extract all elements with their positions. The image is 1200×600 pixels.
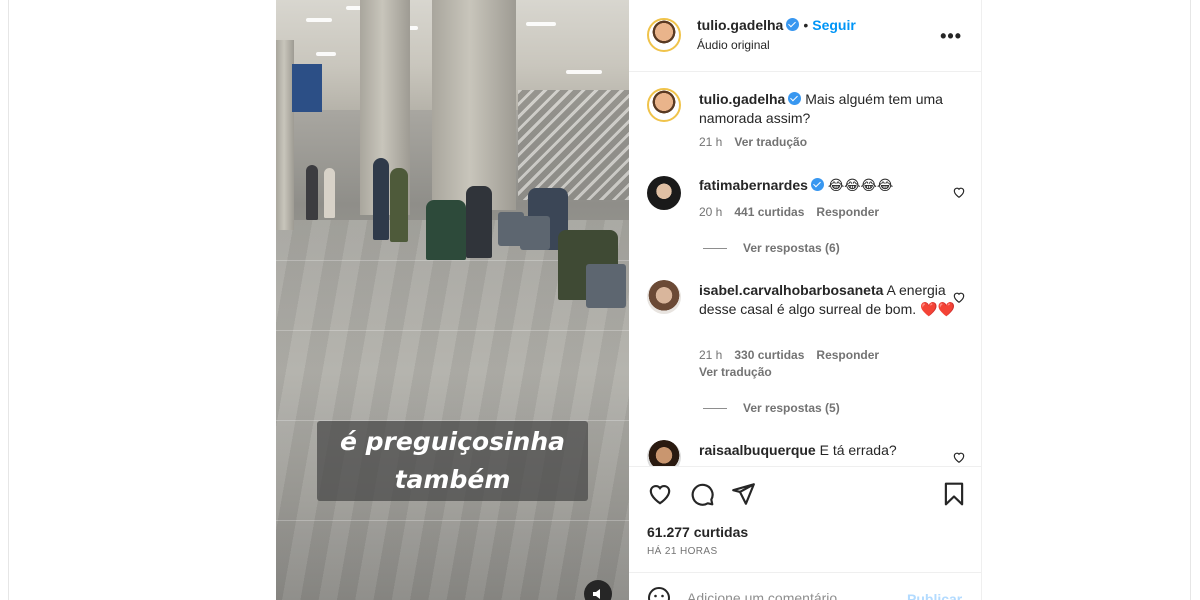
- comment-item: fatimabernardes 😂😂😂😂: [699, 176, 959, 195]
- comment-meta: 20 h 441 curtidas Responder: [699, 205, 891, 219]
- video-scene-light: [526, 22, 556, 26]
- translate-label: Ver tradução: [699, 365, 772, 379]
- frame-divider-right: [1190, 0, 1191, 600]
- translate-button[interactable]: Ver tradução: [699, 365, 784, 379]
- reply-button[interactable]: Responder: [816, 348, 879, 362]
- speaker-icon[interactable]: [584, 580, 612, 600]
- comment-time: 20 h: [699, 205, 723, 219]
- verified-badge-icon: [788, 92, 802, 105]
- comment-likes[interactable]: 441 curtidas: [734, 205, 804, 219]
- video-scene-light: [306, 18, 332, 22]
- post-panel: tulio.gadelha • Seguir Áudio original ••• …: [629, 0, 982, 600]
- post-caption: tulio.gadelha Mais alguém tem uma namora…: [699, 90, 959, 128]
- comment-item-clipped: raisaalbuquerque E tá errada?: [629, 436, 982, 466]
- actions-divider: [629, 466, 982, 467]
- avatar[interactable]: [647, 18, 681, 52]
- video-scene-person: [466, 186, 492, 258]
- avatar[interactable]: [647, 280, 681, 314]
- comment-text: E tá errada?: [819, 442, 897, 458]
- verified-badge-icon: [786, 18, 800, 31]
- video-scene-sign: [292, 64, 322, 112]
- comment-meta: 21 h 330 curtidas Responder: [699, 348, 891, 362]
- caption-meta: 21 h Ver tradução: [699, 135, 819, 149]
- video-scene-person: [390, 168, 408, 242]
- video-caption-text: é preguiçosinha também: [317, 421, 588, 499]
- comment-item: raisaalbuquerque E tá errada?: [699, 441, 959, 460]
- video-caption-line2: também: [394, 465, 511, 494]
- separator-dot: •: [803, 17, 809, 33]
- video-scene-floor-line: [276, 520, 629, 521]
- comment-input[interactable]: [687, 590, 907, 600]
- video-scene-light: [316, 52, 336, 56]
- video-scene-person: [324, 168, 335, 218]
- view-replies-label: Ver respostas (5): [743, 401, 840, 415]
- header-username[interactable]: tulio.gadelha: [697, 17, 783, 33]
- video-scene-person: [426, 200, 466, 260]
- likes-count[interactable]: 61.277 curtidas: [647, 524, 748, 540]
- comment-item: isabel.carvalhobarbosaneta A energia des…: [699, 281, 959, 319]
- video-scene-person: [373, 158, 389, 240]
- translate-button[interactable]: Ver tradução: [734, 135, 807, 149]
- header-user-line: tulio.gadelha • Seguir: [697, 17, 856, 35]
- follow-button[interactable]: Seguir: [812, 17, 856, 33]
- heart-icon[interactable]: [952, 185, 966, 199]
- video-scene-floor-line: [276, 330, 629, 331]
- video-scene-seat: [586, 264, 626, 308]
- video-caption-line1: é preguiçosinha: [339, 427, 565, 456]
- video-scene-seat: [520, 216, 550, 250]
- bookmark-icon[interactable]: [941, 481, 967, 507]
- comment-username[interactable]: raisaalbuquerque: [699, 442, 816, 458]
- audio-label[interactable]: Áudio original: [697, 38, 770, 52]
- comment-text: 😂😂😂😂: [827, 177, 894, 193]
- video-scene-person: [306, 165, 318, 220]
- view-replies-button[interactable]: Ver respostas (6): [703, 241, 840, 255]
- caption-time: 21 h: [699, 135, 723, 149]
- view-replies-button[interactable]: Ver respostas (5): [703, 401, 840, 415]
- comment-username[interactable]: fatimabernardes: [699, 177, 808, 193]
- heart-icon[interactable]: [952, 290, 966, 304]
- comment-likes[interactable]: 330 curtidas: [734, 348, 804, 362]
- post-time-ago: HÁ 21 HORAS: [647, 546, 718, 557]
- publish-button[interactable]: Publicar: [907, 591, 962, 600]
- avatar[interactable]: [647, 176, 681, 210]
- reel-video[interactable]: é preguiçosinha também: [276, 0, 629, 600]
- heart-icon[interactable]: [952, 450, 966, 464]
- avatar[interactable]: [647, 440, 681, 466]
- verified-badge-icon: [810, 178, 824, 191]
- replies-dash: [703, 248, 727, 250]
- emoji-icon[interactable]: [647, 586, 671, 600]
- heart-icon[interactable]: [647, 481, 673, 507]
- reply-button[interactable]: Responder: [816, 205, 879, 219]
- comment-icon[interactable]: [689, 481, 715, 507]
- post-header: tulio.gadelha • Seguir Áudio original •••: [629, 0, 982, 72]
- caption-username[interactable]: tulio.gadelha: [699, 91, 785, 107]
- avatar[interactable]: [647, 88, 681, 122]
- replies-dash: [703, 408, 727, 410]
- comment-bar-divider: [629, 572, 982, 573]
- video-scene-pillar: [432, 0, 516, 210]
- view-replies-label: Ver respostas (6): [743, 241, 840, 255]
- video-scene-escalator: [518, 90, 629, 200]
- more-horizontal-icon[interactable]: •••: [940, 26, 962, 47]
- frame-divider-left: [8, 0, 9, 600]
- comment-time: 21 h: [699, 348, 723, 362]
- video-scene-light: [566, 70, 602, 74]
- comment-username[interactable]: isabel.carvalhobarbosaneta: [699, 282, 883, 298]
- send-icon[interactable]: [730, 481, 756, 507]
